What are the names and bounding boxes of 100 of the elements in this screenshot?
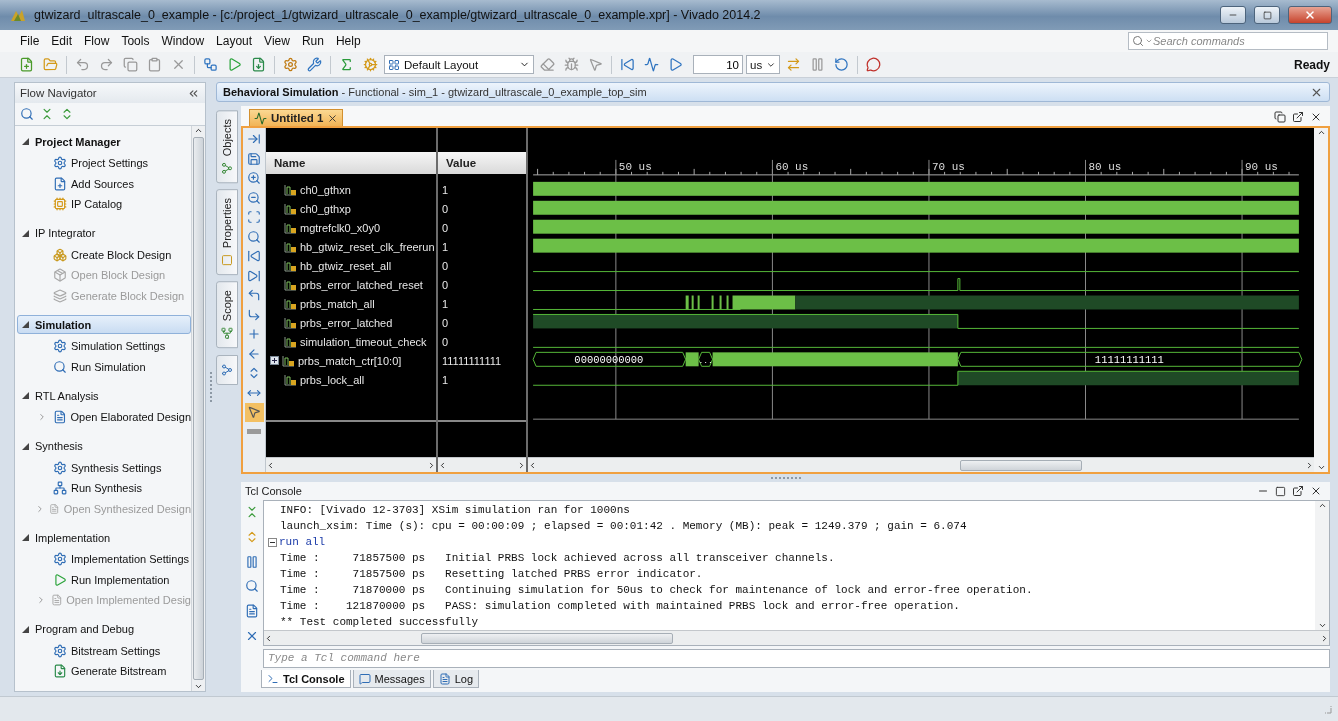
navigator-item[interactable]: Open Elaborated Design xyxy=(17,407,191,428)
minimize-button[interactable] xyxy=(1220,6,1246,24)
side-tab[interactable]: Objects xyxy=(216,110,238,184)
chip-icon xyxy=(53,197,67,212)
tcl-command-field[interactable]: Type a Tcl command here xyxy=(263,648,1330,668)
gear-icon xyxy=(53,339,67,354)
maximize-icon[interactable] xyxy=(1262,10,1272,20)
speech-bubble-icon xyxy=(866,57,881,72)
console-tab[interactable]: Log xyxy=(432,670,480,688)
close-button[interactable] xyxy=(1288,6,1332,24)
horizontal-scrollbar[interactable] xyxy=(438,457,526,472)
menu-item[interactable]: Window xyxy=(155,34,211,48)
run-time-field[interactable]: 10 xyxy=(693,55,743,74)
search-field[interactable]: Search commands xyxy=(1128,32,1328,50)
speech-bubble-icon xyxy=(358,672,371,685)
navigator-item[interactable]: Bitstream Settings xyxy=(17,640,191,661)
menu-item[interactable]: Layout xyxy=(210,34,259,48)
signal-name[interactable]: ch0_gthxp xyxy=(300,202,351,215)
signal-name[interactable]: mgtrefclk0_x0y0 xyxy=(300,221,381,234)
navigator-section[interactable]: IP Integrator xyxy=(17,223,191,243)
fold-marker-icon[interactable] xyxy=(268,537,277,547)
menu-item[interactable]: Edit xyxy=(45,34,79,48)
side-tab[interactable]: Properties xyxy=(216,189,238,276)
waveform-icon xyxy=(254,111,267,125)
navigator-section[interactable]: Simulation xyxy=(17,315,191,334)
signal-name[interactable]: simulation_timeout_check xyxy=(300,335,427,348)
side-tab[interactable] xyxy=(216,354,238,385)
navigator-item[interactable]: Generate Bitstream xyxy=(17,661,191,682)
signal-name[interactable]: hb_gtwiz_reset_all xyxy=(300,259,392,272)
document-icon xyxy=(49,501,60,516)
search-icon[interactable] xyxy=(1132,35,1144,47)
navigator-item[interactable]: Run Implementation xyxy=(17,569,191,590)
console-tab[interactable]: Tcl Console xyxy=(261,670,351,688)
bus-value: 11111111111 xyxy=(1094,354,1164,367)
pointer-icon xyxy=(588,57,603,72)
go-to-end-icon xyxy=(247,268,261,283)
time-unit-dropdown[interactable]: us xyxy=(746,55,780,74)
navigator-section[interactable]: Synthesis xyxy=(17,436,191,456)
horizontal-scrollbar[interactable] xyxy=(528,457,1314,472)
menu-item[interactable]: Help xyxy=(329,34,367,48)
navigator-item[interactable]: Create Block Design xyxy=(17,244,191,265)
pointer-icon xyxy=(247,405,261,420)
column-header[interactable]: Name xyxy=(266,152,436,174)
navigator-item[interactable]: IP Catalog xyxy=(17,194,191,215)
horizontal-scrollbar[interactable] xyxy=(266,457,436,472)
signal-icon xyxy=(284,202,297,215)
layout-dropdown[interactable]: Default Layout xyxy=(384,55,534,74)
signal-name[interactable]: prbs_error_latched_reset xyxy=(300,278,423,291)
close-icon xyxy=(1310,485,1322,497)
navigator-item[interactable]: Project Settings xyxy=(17,153,191,174)
menu-item[interactable]: File xyxy=(14,34,46,48)
console-tab[interactable]: Messages xyxy=(352,670,431,688)
restart-icon xyxy=(620,57,635,72)
menu-item[interactable]: Flow xyxy=(78,34,116,48)
signal-name[interactable]: ch0_gthxn xyxy=(300,183,351,196)
menu-item[interactable]: View xyxy=(258,34,296,48)
time-label: 60 us xyxy=(775,160,809,173)
signal-name[interactable]: prbs_lock_all xyxy=(300,373,365,386)
vertical-scrollbar[interactable] xyxy=(191,126,205,691)
navigator-section[interactable]: Program and Debug xyxy=(17,619,191,639)
side-tab[interactable]: Scope xyxy=(216,281,238,349)
navigator-item[interactable]: Add Sources xyxy=(17,173,191,194)
document-icon xyxy=(245,604,259,618)
navigator-item[interactable]: Run Synthesis xyxy=(17,478,191,499)
collapse-all-icon xyxy=(245,505,259,520)
eraser-icon xyxy=(540,57,555,72)
signal-name[interactable]: prbs_error_latched xyxy=(300,316,393,329)
navigator-section[interactable]: Project Manager xyxy=(17,132,191,151)
file-download-icon xyxy=(53,664,67,679)
toolbar-button[interactable] xyxy=(244,403,264,422)
scroll-thumb[interactable] xyxy=(960,459,1082,471)
menu-item[interactable]: Run xyxy=(295,34,330,48)
signal-name[interactable]: prbs_match_all xyxy=(300,297,375,310)
navigator-item[interactable]: Implementation Settings xyxy=(17,549,191,570)
navigator-item[interactable]: Simulation Settings xyxy=(17,336,191,357)
play-icon xyxy=(53,572,67,587)
scroll-thumb[interactable] xyxy=(193,137,204,680)
gear-icon xyxy=(53,643,67,658)
layout-icon xyxy=(388,58,400,71)
horizontal-scrollbar[interactable] xyxy=(264,630,1329,645)
navigator-section[interactable]: Implementation xyxy=(17,528,191,547)
signal-name[interactable]: prbs_match_ctr[10:0] xyxy=(298,354,402,367)
column-header[interactable]: Value xyxy=(438,152,526,174)
scroll-thumb[interactable] xyxy=(420,632,673,644)
wave-tab[interactable]: Untitled 1 xyxy=(249,109,344,126)
time-label: 50 us xyxy=(618,160,652,173)
wave-step-icon xyxy=(644,57,659,72)
maximize-button[interactable] xyxy=(1254,6,1280,24)
gear-icon xyxy=(53,460,67,475)
vertical-scrollbar[interactable] xyxy=(1314,128,1328,472)
close-icon[interactable] xyxy=(1304,9,1316,21)
navigator-item[interactable]: Synthesis Settings xyxy=(17,457,191,478)
signal-name[interactable]: hb_gtwiz_reset_clk_freerun xyxy=(300,240,435,253)
navigator-item[interactable]: Run Simulation xyxy=(17,356,191,377)
menu-item[interactable]: Tools xyxy=(115,34,156,48)
navigator-section[interactable]: RTL Analysis xyxy=(17,386,191,405)
terminal-icon xyxy=(267,672,279,685)
expand-box-icon[interactable] xyxy=(270,356,279,365)
vertical-scrollbar[interactable] xyxy=(1315,501,1329,630)
status-text: Ready xyxy=(1293,57,1330,72)
